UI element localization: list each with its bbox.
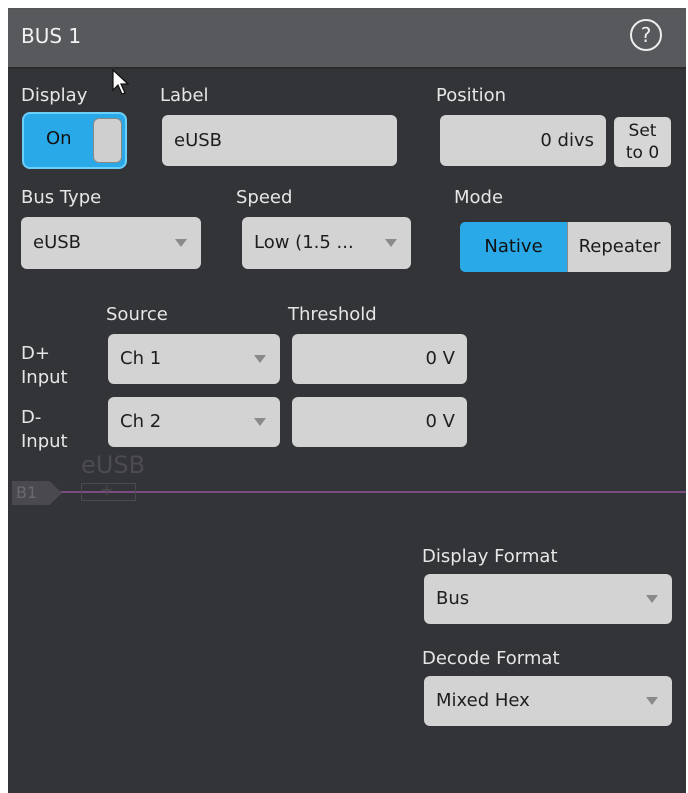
dplus-threshold-input[interactable]: 0 V xyxy=(292,334,467,384)
display-format-value: Bus xyxy=(436,588,470,609)
speed-value: Low (1.5 ... xyxy=(254,232,354,253)
bus-type-label: Bus Type xyxy=(21,187,102,208)
dplus-source-value: Ch 1 xyxy=(120,348,162,369)
display-format-label: Display Format xyxy=(422,546,558,567)
label-input-value: eUSB xyxy=(174,130,223,151)
decode-format-label: Decode Format xyxy=(422,648,560,669)
speed-label: Speed xyxy=(236,187,293,208)
dminus-threshold-input[interactable]: 0 V xyxy=(292,397,467,447)
plus-icon: + xyxy=(100,480,114,499)
mode-native-button[interactable]: Native xyxy=(460,222,567,272)
set-to-zero-line1: Set xyxy=(628,121,657,141)
chevron-down-icon xyxy=(646,595,658,603)
label-label: Label xyxy=(160,85,209,106)
bus-tag-label: B1 xyxy=(16,483,38,502)
toggle-knob xyxy=(93,118,122,163)
speed-dropdown[interactable]: Low (1.5 ... xyxy=(242,217,411,269)
threshold-header: Threshold xyxy=(288,304,377,325)
position-input[interactable]: 0 divs xyxy=(440,115,606,166)
chevron-down-icon xyxy=(254,355,266,363)
bus-type-value: eUSB xyxy=(33,232,82,253)
dminus-label: D- xyxy=(21,407,42,428)
position-input-value: 0 divs xyxy=(540,130,594,151)
position-label: Position xyxy=(436,85,507,106)
display-toggle-value: On xyxy=(46,128,72,149)
dplus-threshold-value: 0 V xyxy=(425,348,456,369)
chevron-down-icon xyxy=(254,418,266,426)
bus-ghost-label: eUSB xyxy=(81,451,146,479)
dminus-source-dropdown[interactable]: Ch 2 xyxy=(108,397,280,447)
dplus-source-dropdown[interactable]: Ch 1 xyxy=(108,334,280,384)
mode-label: Mode xyxy=(454,187,504,208)
display-toggle[interactable]: On xyxy=(22,112,127,169)
title-bar: BUS 1 ? xyxy=(8,9,686,69)
dplus-input-label: Input xyxy=(21,367,68,388)
set-to-zero-button[interactable]: Set to 0 xyxy=(614,117,671,167)
decode-format-dropdown[interactable]: Mixed Hex xyxy=(424,676,672,726)
bus-trace-line xyxy=(58,491,686,493)
chevron-down-icon xyxy=(646,697,658,705)
dminus-input-label: Input xyxy=(21,431,68,452)
chevron-down-icon xyxy=(175,239,187,247)
dminus-source-value: Ch 2 xyxy=(120,411,162,432)
bus-type-dropdown[interactable]: eUSB xyxy=(21,217,201,269)
bus-config-panel: BUS 1 ? Display On Label eUSB Position 0… xyxy=(8,8,686,793)
dplus-label: D+ xyxy=(21,343,50,364)
mode-repeater-button[interactable]: Repeater xyxy=(567,222,671,272)
set-to-zero-line2: to 0 xyxy=(625,143,660,163)
source-header: Source xyxy=(106,304,168,325)
panel-title: BUS 1 xyxy=(21,24,82,48)
display-format-dropdown[interactable]: Bus xyxy=(424,574,672,624)
mouse-cursor-icon xyxy=(112,69,130,95)
label-input[interactable]: eUSB xyxy=(162,115,397,166)
decode-format-value: Mixed Hex xyxy=(436,690,530,711)
display-label: Display xyxy=(21,85,88,106)
help-icon[interactable]: ? xyxy=(630,19,662,51)
dminus-threshold-value: 0 V xyxy=(425,411,456,432)
chevron-down-icon xyxy=(385,239,397,247)
